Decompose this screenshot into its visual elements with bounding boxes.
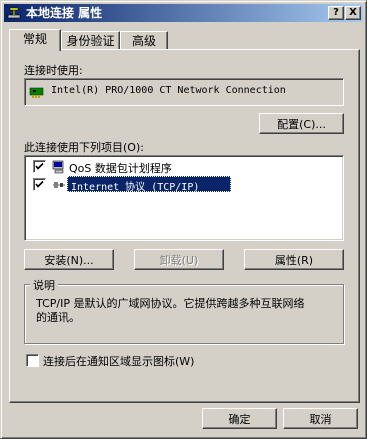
uninstall-button[interactable]: 卸载(U) [134,249,224,270]
help-button[interactable]: ? [328,6,344,20]
install-button[interactable]: 安装(N)... [24,249,114,270]
tab-authentication[interactable]: 身份验证 [61,31,120,50]
notify-checkbox-label[interactable]: 连接后在通知区域显示图标(W) [43,353,194,369]
cancel-button[interactable]: 取消 [283,408,358,429]
adapter-box: Intel(R) PRO/1000 CT Network Connection [24,78,344,106]
window-title: 本地连接 属性 [26,6,103,20]
configure-button[interactable]: 配置(C)... [259,113,344,134]
qos-checkbox[interactable] [33,160,46,173]
general-tab-panel: 连接时使用: Intel(R) PRO/1000 CT Network Conn… [9,49,360,403]
close-button[interactable]: X [345,6,361,20]
tab-advanced[interactable]: 高级 [120,31,168,50]
properties-button[interactable]: 属性(R) [244,249,344,270]
items-label: 此连接使用下列项目(O): [24,141,144,154]
list-item-label: QoS 数据包计划程序 [69,162,172,175]
title-bar[interactable]: 本地连接 属性 ? X [4,4,363,22]
network-adapter-icon [29,85,45,102]
list-item[interactable]: Internet 协议 (TCP/IP) [27,176,339,194]
description-title: 说明 [30,277,58,293]
description-text-line2: 的通讯。 [36,311,80,324]
components-list[interactable]: QoS 数据包计划程序 Internet 协议 (TCP/IP) [24,155,344,241]
tab-general[interactable]: 常规 [9,29,61,51]
list-item[interactable]: QoS 数据包计划程序 [27,158,339,176]
adapter-name: Intel(R) PRO/1000 CT Network Connection [51,85,286,96]
tcpip-checkbox[interactable] [33,178,46,191]
ok-button[interactable]: 确定 [202,408,277,429]
connect-using-label: 连接时使用: [24,64,83,77]
list-item-label: Internet 协议 (TCP/IP) [71,182,200,193]
protocol-icon [51,177,67,196]
network-connection-icon [7,6,21,20]
properties-dialog: 本地连接 属性 ? X 常规 身份验证 高级 连接时使用: Intel(R) P… [0,0,367,439]
notify-checkbox[interactable] [26,354,39,367]
